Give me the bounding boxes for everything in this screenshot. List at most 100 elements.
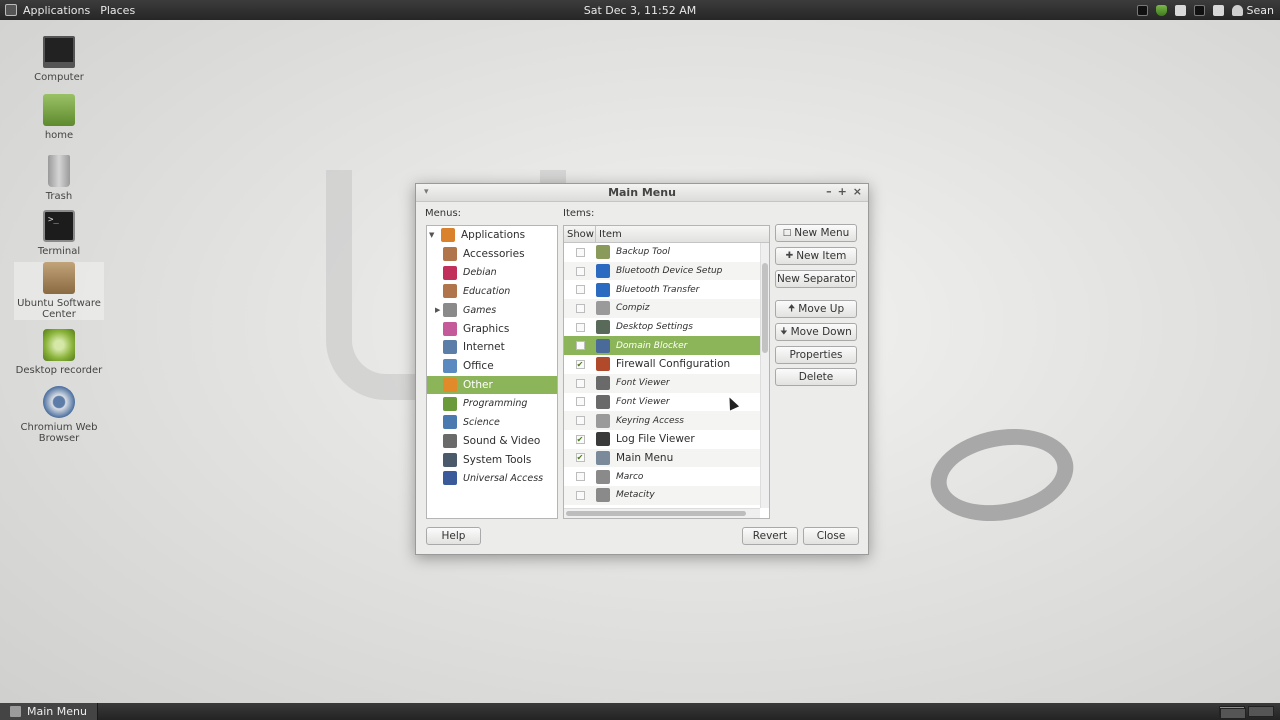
column-header-show[interactable]: Show xyxy=(564,226,596,243)
volume-icon[interactable] xyxy=(1174,4,1186,16)
network-icon[interactable] xyxy=(1193,4,1205,16)
app-icon xyxy=(596,394,610,409)
close-button[interactable]: Close xyxy=(803,527,859,545)
menu-tree-item-label: Office xyxy=(463,360,494,373)
item-row[interactable]: ✔ Main Menu xyxy=(564,448,769,468)
user-menu[interactable]: Sean xyxy=(1231,3,1274,17)
desktop-icon-chromium[interactable]: Chromium Web Browser xyxy=(14,386,104,444)
workspace-switcher[interactable] xyxy=(1219,706,1274,719)
item-row[interactable]: Desktop Settings xyxy=(564,318,769,337)
item-row[interactable]: ✔ Firewall Configuration xyxy=(564,355,769,374)
item-row[interactable]: Compiz xyxy=(564,299,769,318)
item-row[interactable]: Bluetooth Transfer xyxy=(564,280,769,299)
item-row[interactable]: Backup Tool xyxy=(564,243,769,262)
column-header-item[interactable]: Item xyxy=(596,229,622,240)
items-list[interactable]: Show Item Backup Tool Bluetooth Device Se… xyxy=(563,225,770,519)
menu-tree-item-label: Education xyxy=(463,285,511,297)
desktop-icon-home[interactable]: home xyxy=(14,94,104,141)
expander-expanded-icon[interactable]: ▼ xyxy=(429,231,434,239)
desktop-icon-software-center[interactable]: Ubuntu Software Center xyxy=(14,262,104,320)
vertical-scroll-thumb[interactable] xyxy=(762,263,768,353)
menu-tree-item[interactable]: Internet xyxy=(427,338,557,357)
move-down-button-label: Move Down xyxy=(790,326,852,338)
window-menu-icon[interactable]: ▾ xyxy=(424,187,429,197)
show-checkbox[interactable] xyxy=(575,322,585,332)
new-item-button[interactable]: ✚ New Item xyxy=(775,247,857,265)
show-checkbox[interactable]: ✔ xyxy=(575,453,585,463)
menu-tree-item[interactable]: System Tools xyxy=(427,450,557,469)
menu-tree-item[interactable]: Science xyxy=(427,413,557,432)
item-label: Bluetooth Transfer xyxy=(616,284,700,295)
show-checkbox[interactable] xyxy=(575,285,585,295)
top-panel: Applications Places Sat Dec 3, 11:52 AM … xyxy=(0,0,1280,20)
item-label: Firewall Configuration xyxy=(616,358,731,371)
menu-tree-item[interactable]: Other xyxy=(427,375,557,395)
clock[interactable]: Sat Dec 3, 11:52 AM xyxy=(584,4,697,17)
item-row[interactable]: Domain Blocker xyxy=(564,336,769,356)
menu-tree-item[interactable]: Graphics xyxy=(427,319,557,338)
user-name: Sean xyxy=(1246,3,1274,17)
desktop-icon-trash[interactable]: Trash xyxy=(14,155,104,202)
tray-app-icon[interactable] xyxy=(1136,4,1148,16)
wallpaper-version-badge xyxy=(923,418,1081,532)
workspace-1[interactable] xyxy=(1219,706,1246,719)
app-icon xyxy=(596,320,610,335)
item-row[interactable]: Bluetooth Device Setup xyxy=(564,261,769,281)
horizontal-scrollbar[interactable] xyxy=(564,508,760,518)
new-menu-button[interactable]: □ New Menu xyxy=(775,224,857,242)
menu-tree-item[interactable]: Accessories xyxy=(427,245,557,264)
show-checkbox[interactable]: ✔ xyxy=(575,434,585,444)
vertical-scrollbar[interactable] xyxy=(760,243,769,508)
menus-tree[interactable]: ▼ Applications Accessories Debian Education ▶… xyxy=(426,225,558,519)
item-row[interactable]: Metacity xyxy=(564,485,769,505)
maximize-icon[interactable]: + xyxy=(838,185,847,198)
item-row[interactable]: ✔ Log File Viewer xyxy=(564,430,769,449)
show-checkbox[interactable] xyxy=(575,490,585,500)
minimize-icon[interactable]: – xyxy=(826,185,832,198)
item-row[interactable]: Marco xyxy=(564,467,769,486)
revert-button[interactable]: Revert xyxy=(742,527,798,545)
delete-button-label: Delete xyxy=(798,371,834,383)
desktop-icon-terminal[interactable]: >_ Terminal xyxy=(14,210,104,257)
show-checkbox[interactable] xyxy=(575,303,585,313)
item-label: Marco xyxy=(616,471,644,482)
desktop-icon-computer[interactable]: Computer xyxy=(14,36,104,83)
menu-tree-item[interactable]: Programming xyxy=(427,394,557,413)
horizontal-scroll-thumb[interactable] xyxy=(566,511,746,516)
show-checkbox[interactable] xyxy=(575,397,585,407)
menu-tree-item[interactable]: Office xyxy=(427,357,557,376)
item-row[interactable]: Keyring Access xyxy=(564,411,769,430)
expander-collapsed-icon[interactable]: ▶ xyxy=(435,306,440,314)
menu-tree-item[interactable]: ▼ Applications xyxy=(427,226,557,245)
show-checkbox[interactable]: ✔ xyxy=(575,359,585,369)
menu-tree-item[interactable]: Universal Access xyxy=(427,469,557,488)
new-separator-button[interactable]: New Separator xyxy=(775,270,857,288)
show-checkbox[interactable] xyxy=(575,266,585,276)
workspace-2[interactable] xyxy=(1248,706,1274,717)
move-up-button[interactable]: 🠉 Move Up xyxy=(775,300,857,318)
taskbar-item-main-menu[interactable]: Main Menu xyxy=(0,703,98,720)
menu-tree-item[interactable]: Debian xyxy=(427,263,557,282)
desktop-icon-desktop-recorder[interactable]: Desktop recorder xyxy=(14,329,104,376)
move-down-button[interactable]: 🠋 Move Down xyxy=(775,323,857,341)
show-checkbox[interactable] xyxy=(575,472,585,482)
places-menu[interactable]: Places xyxy=(95,0,140,20)
menu-tree-item[interactable]: Education xyxy=(427,282,557,301)
show-checkbox[interactable] xyxy=(575,378,585,388)
mail-icon[interactable] xyxy=(1212,4,1224,16)
show-checkbox[interactable] xyxy=(575,341,585,351)
close-icon[interactable]: × xyxy=(853,185,862,198)
update-manager-icon[interactable] xyxy=(1155,4,1167,16)
show-checkbox[interactable] xyxy=(575,247,585,257)
item-row[interactable]: Font Viewer xyxy=(564,393,769,412)
help-button[interactable]: Help xyxy=(426,527,481,545)
item-row[interactable]: Font Viewer xyxy=(564,373,769,393)
menu-tree-item[interactable]: Sound & Video xyxy=(427,432,557,451)
delete-button[interactable]: Delete xyxy=(775,368,857,386)
menu-tree-item[interactable]: ▶ Games xyxy=(427,301,557,320)
applications-menu[interactable]: Applications xyxy=(0,0,95,20)
window-titlebar[interactable]: ▾ Main Menu – + × xyxy=(416,184,868,202)
properties-button[interactable]: Properties xyxy=(775,346,857,364)
show-checkbox[interactable] xyxy=(575,416,585,426)
desktop-icon-label: home xyxy=(44,130,74,141)
